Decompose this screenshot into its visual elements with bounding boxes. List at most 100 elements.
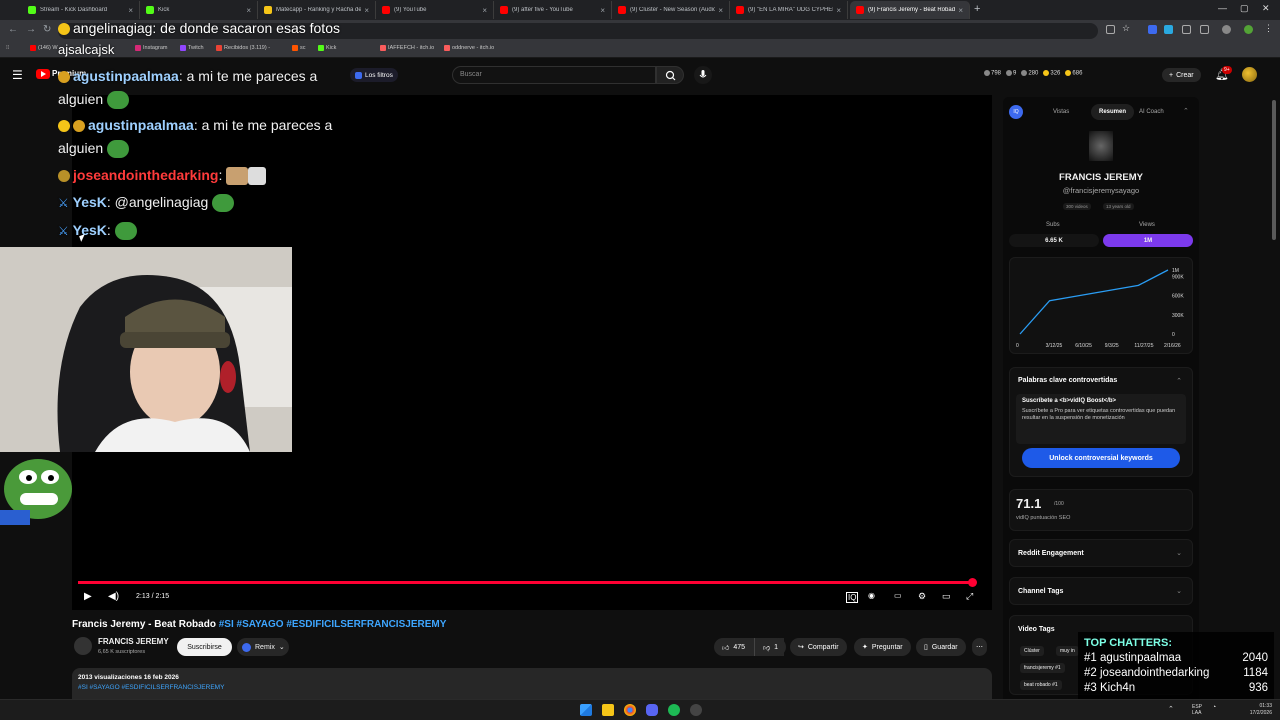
profile-icon[interactable] [1244,25,1253,34]
discord-icon[interactable] [646,704,658,716]
back-icon[interactable]: ← [8,24,18,35]
save-button[interactable]: ▯ Guardar [916,638,966,656]
search-input[interactable]: Buscar [452,66,656,84]
filters-button[interactable]: Los filtros [350,68,398,82]
reload-icon[interactable]: ↻ [43,24,51,35]
seo-score-section: 71.1 /100 vidIQ puntuación SEO [1009,489,1193,531]
obs-icon[interactable] [690,704,702,716]
tab-kick-dashboard[interactable]: Stream - Kick Dashboard × [22,1,140,19]
search-button[interactable] [656,66,684,84]
share-button[interactable]: ↪ Compartir [790,638,847,656]
window-close-icon[interactable]: ✕ [1262,3,1270,14]
new-tab-button[interactable]: + [974,3,980,15]
captions-icon[interactable]: ▭ [894,591,902,600]
mic-button[interactable] [694,66,712,84]
star-icon[interactable]: ☆ [1122,23,1131,33]
vidiq-panel: IQ Vistas Resumen AI Coach ⌃ FRANCIS JER… [1003,97,1199,720]
spotify-icon[interactable] [668,704,680,716]
language-indicator[interactable]: ESP LAA [1192,704,1202,716]
views-toggle[interactable]: 1M [1103,234,1193,247]
play-icon[interactable]: ▶ [84,591,92,602]
bookmark-instagram[interactable]: Instagram [135,45,167,51]
progress-bar[interactable] [78,581,973,584]
tab-matecapp[interactable]: Matecapp - Ranking y Racha de × [258,1,376,19]
vidiq-extension-icon[interactable] [1148,25,1157,34]
theater-mode-icon[interactable]: ▭ [942,591,951,602]
channel-avatar[interactable] [74,637,92,655]
settings-gear-icon[interactable]: ⚙ [918,591,926,602]
dislike-button[interactable]: 👎︎ 1 [754,638,786,656]
autoplay-icon[interactable]: ◉ [868,591,875,600]
minimize-icon[interactable]: — [1218,3,1227,13]
subscribe-button[interactable]: Suscribirse [177,638,232,656]
bookmark-twitch[interactable]: Twitch [180,45,204,51]
volume-icon[interactable]: ◀) [108,591,119,602]
progress-scrubber[interactable] [968,578,978,587]
system-clock[interactable]: 01:33 17/2/2026 [1230,703,1272,717]
remix-button[interactable]: Remix ⌄ [237,638,289,656]
chat-line: agustinpaalmaa: a mi te me pareces a [58,117,332,133]
close-icon[interactable]: × [364,6,369,15]
tab-youtube[interactable]: (9) YouTube × [376,1,494,19]
apps-icon[interactable]: ⁝⁝ [6,45,10,51]
tray-chevron-icon[interactable]: ⌃ [1168,705,1174,713]
cast-icon[interactable] [1106,25,1115,34]
sidepanel-icon[interactable] [1200,25,1209,34]
bookmark-youtube[interactable]: (146) W [30,45,58,51]
tab-resumen[interactable]: Resumen [1091,104,1135,120]
vidiq-player-icon[interactable]: IQ [846,592,859,603]
subs-toggle[interactable]: 6.65 K [1009,234,1099,247]
bookmark-itch-1[interactable]: IAFFEFCH - itch.io [380,45,434,51]
hamburger-menu-icon[interactable]: ☰ [12,68,23,82]
chevron-up-icon[interactable]: ⌃ [1183,107,1189,115]
video-title: Francis Jeremy - Beat Robado #SI #SAYAGO… [72,619,447,630]
windows-start-icon[interactable] [580,704,592,716]
youtube-logo-icon[interactable] [36,69,50,79]
more-actions-button[interactable]: ⋯ [972,638,987,656]
sparkle-icon: ✦ [862,644,868,651]
chevron-up-icon[interactable]: ⌃ [1176,377,1182,385]
tab-en-la-mira[interactable]: (9) "EN LA MIRA" UDG CYPHER × [730,1,848,19]
close-icon[interactable]: × [836,6,841,15]
ask-button[interactable]: ✦ Preguntar [854,638,911,656]
close-icon[interactable]: × [958,6,963,15]
close-icon[interactable]: × [482,6,487,15]
bookmark-itch-2[interactable]: oddnerve - itch.io [444,45,494,51]
file-explorer-icon[interactable] [602,704,614,716]
close-icon[interactable]: × [246,6,251,15]
reddit-section[interactable]: Reddit Engagement ⌄ [1009,539,1193,567]
tag-chip[interactable]: Clúster [1020,646,1044,656]
channel-tags-section[interactable]: Channel Tags ⌄ [1009,577,1193,605]
tab-ai-coach[interactable]: AI Coach [1131,104,1172,120]
create-button[interactable]: + Crear [1162,68,1201,82]
tab-francis-jeremy[interactable]: (9) Francis Jeremy - Beat Robado × [850,1,970,19]
fullscreen-icon[interactable]: ⤢ [966,591,973,602]
chrome-icon[interactable] [624,704,636,716]
bookmark-kick[interactable]: Kick [318,45,336,51]
extensions-icon[interactable] [1182,25,1191,34]
unlock-keywords-button[interactable]: Unlock controversial keywords [1022,448,1180,468]
tag-chip[interactable]: muy in [1056,646,1079,656]
close-icon[interactable]: × [718,6,723,15]
extension-icon[interactable] [1164,25,1173,34]
account-avatar[interactable] [1242,67,1257,82]
page-scrollbar[interactable] [1272,100,1276,240]
forward-icon[interactable]: → [26,24,36,35]
tab-after-five[interactable]: (9) after five - YouTube × [494,1,612,19]
bookmark-soundcloud[interactable]: sc [292,45,306,51]
tab-vistas[interactable]: Vistas [1045,104,1077,120]
kebab-menu-icon[interactable]: ⋮ [1264,23,1273,33]
bookmark-gmail[interactable]: Recibidos (3.119) - [216,45,270,51]
download-icon[interactable] [1222,25,1231,34]
description-tags[interactable]: #SI #SAYAGO #ESDIFICILSERFRANCISJEREMY [78,684,986,691]
network-icon[interactable]: ◔ [1212,704,1216,711]
tag-chip[interactable]: francisjeremy #1 [1020,663,1065,673]
tag-chip[interactable]: beat robado #1 [1020,680,1062,690]
tab-kick[interactable]: Kick × [140,1,258,19]
close-icon[interactable]: × [600,6,605,15]
channel-name[interactable]: FRANCIS JEREMY [98,637,169,646]
tab-cluster[interactable]: (9) Cluster - New Season (Audio × [612,1,730,19]
maximize-icon[interactable]: ▢ [1240,3,1249,14]
close-icon[interactable]: × [128,6,133,15]
top-chatters-overlay: TOP CHATTERS: #1 agustinpaalmaa 2040 #2 j… [1078,632,1274,708]
